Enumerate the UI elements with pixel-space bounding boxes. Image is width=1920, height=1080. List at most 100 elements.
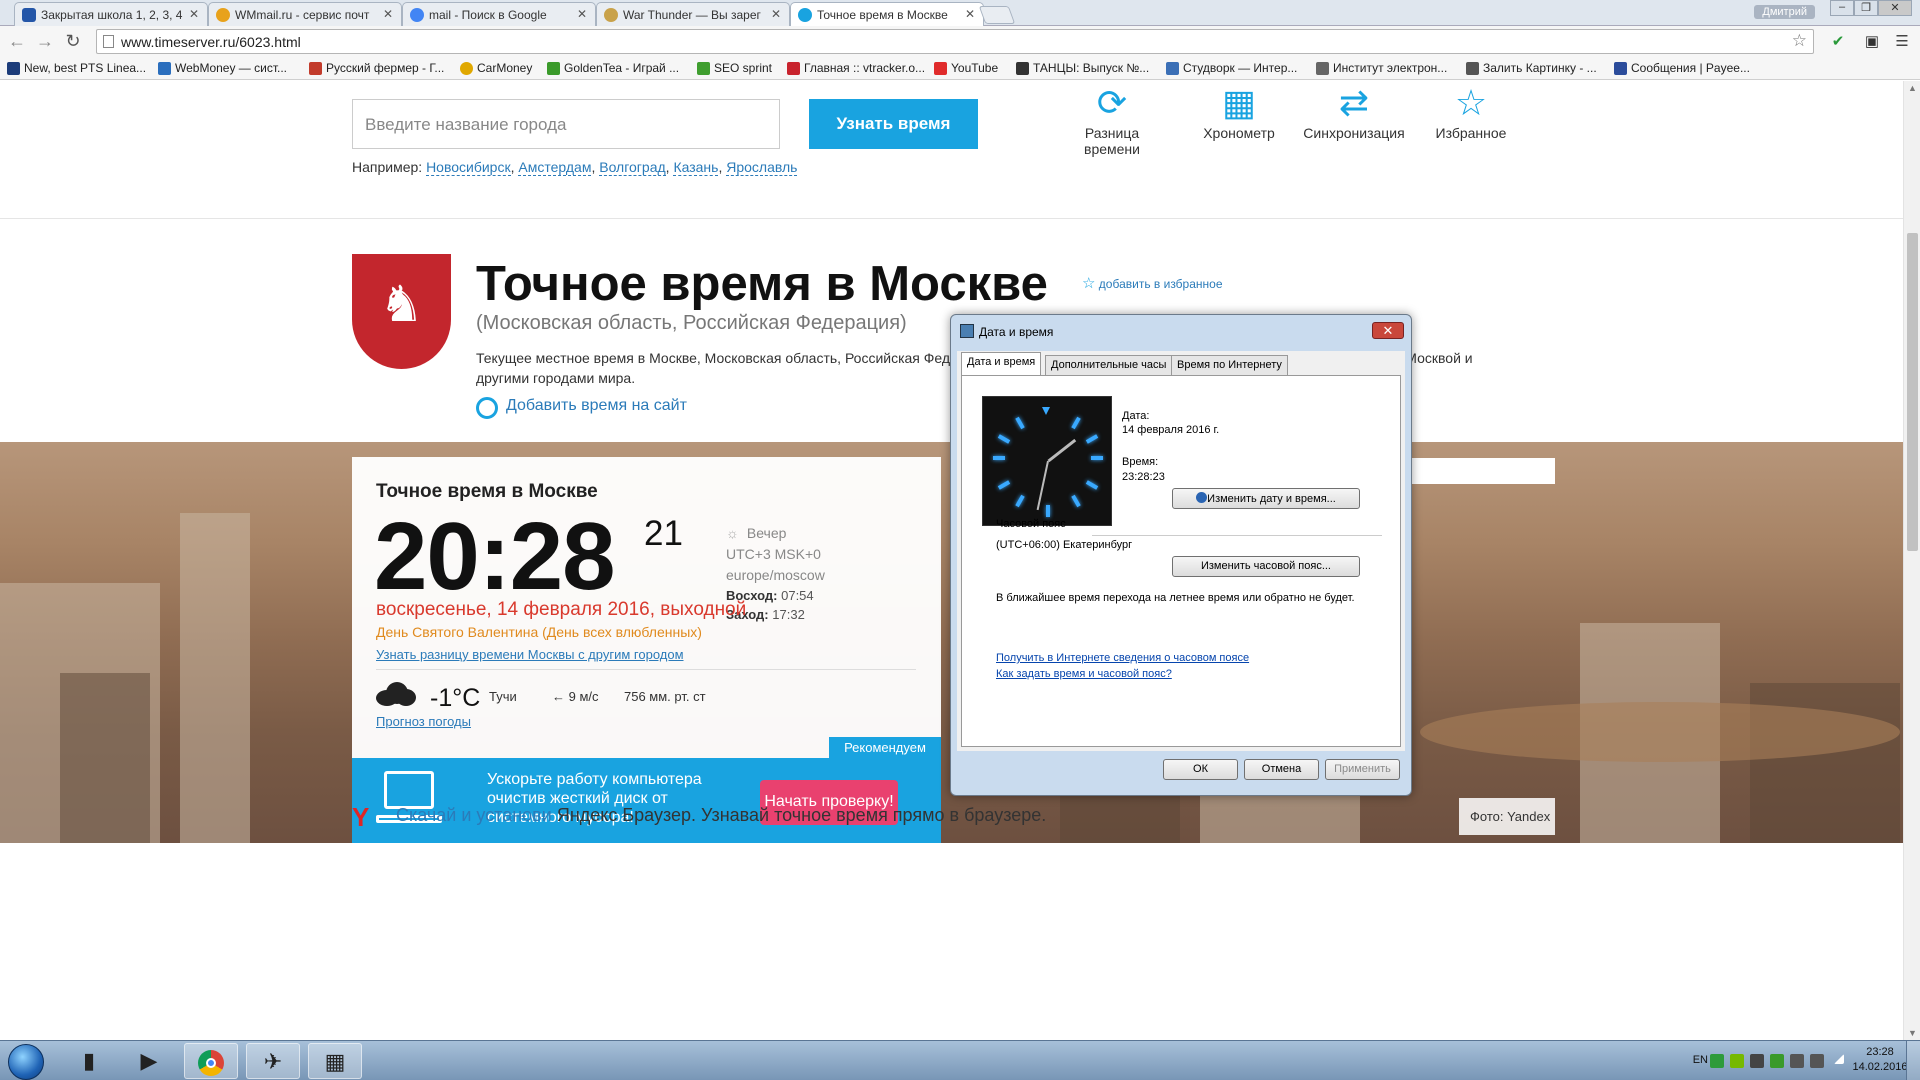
scrollbar-thumb[interactable] — [1907, 233, 1918, 551]
bookmark-item[interactable]: WebMoney — сист... — [158, 61, 287, 75]
dialog-title: Дата и время — [979, 325, 1054, 339]
bookmark-favicon-icon — [460, 62, 473, 75]
bookmark-item[interactable]: SEO sprint — [697, 61, 772, 75]
browser-tab-active[interactable]: Точное время в Москве ✕ — [790, 2, 984, 26]
show-desktop-button[interactable] — [1906, 1041, 1920, 1080]
minimize-window-button[interactable]: – — [1830, 0, 1854, 16]
ok-button[interactable]: ОК — [1163, 759, 1238, 780]
bookmark-favicon-icon — [787, 62, 800, 75]
dialog-close-button[interactable]: ✕ — [1372, 322, 1404, 339]
city-search-input[interactable]: Введите название города — [352, 99, 780, 149]
tray-clock[interactable]: 23:28 14.02.2016 — [1850, 1045, 1910, 1075]
bookmark-favicon-icon — [158, 62, 171, 75]
close-tab-icon[interactable]: ✕ — [383, 7, 393, 21]
how-to-set-time-link[interactable]: Как задать время и часовой пояс? — [996, 668, 1172, 680]
promo-banner[interactable]: Ускорьте работу компьютера очистив жестк… — [352, 758, 941, 843]
browser-tab[interactable]: WMmail.ru - сервис почт ✕ — [208, 2, 402, 26]
address-bar[interactable]: www.timeserver.ru/6023.html ☆ — [96, 29, 1814, 54]
yandex-download-link[interactable]: Скачай и установи — [396, 805, 552, 825]
bookmark-item[interactable]: ТАНЦЫ: Выпуск №... — [1016, 61, 1149, 75]
get-time-button[interactable]: Узнать время — [809, 99, 978, 149]
datetime-control-icon[interactable]: ▦ — [308, 1043, 362, 1079]
clock-minute-hand — [1036, 460, 1049, 511]
chrome-icon[interactable] — [184, 1043, 238, 1079]
bookmark-item[interactable]: Залить Картинку - ... — [1466, 61, 1597, 75]
tray-app-icon[interactable] — [1710, 1054, 1724, 1068]
bookmark-item[interactable]: YouTube — [934, 61, 998, 75]
time-label: Время: — [1122, 456, 1159, 468]
time-value: 23:28:23 — [1122, 471, 1165, 483]
close-tab-icon[interactable]: ✕ — [771, 7, 781, 21]
bookmark-item[interactable]: Сообщения | Payee... — [1614, 61, 1750, 75]
extension-icon[interactable]: ▣ — [1862, 32, 1882, 52]
back-icon[interactable]: ← — [6, 31, 28, 52]
time-difference-link[interactable]: Узнать разницу времени Москвы с другим г… — [376, 647, 684, 662]
volume-icon[interactable] — [1810, 1054, 1824, 1068]
add-to-site-link[interactable]: Добавить время на сайт — [476, 397, 687, 419]
shield-icon[interactable] — [1770, 1054, 1784, 1068]
start-button[interactable] — [8, 1044, 44, 1080]
tool-sync[interactable]: ⇄ Синхронизация — [1296, 81, 1412, 141]
bookmark-favicon-icon — [1614, 62, 1627, 75]
browser-tab[interactable]: mail - Поиск в Google ✕ — [402, 2, 596, 26]
example-city-link[interactable]: Амстердам — [518, 159, 592, 176]
maximize-window-button[interactable]: ❐ — [1854, 0, 1878, 16]
close-window-button[interactable]: ✕ — [1878, 0, 1912, 16]
bookmark-item[interactable]: New, best PTS Linea... — [7, 61, 146, 75]
menu-icon[interactable]: ☰ — [1892, 32, 1912, 52]
profile-name[interactable]: Дмитрий — [1754, 5, 1815, 19]
reload-icon[interactable]: ↻ — [62, 31, 84, 52]
horseman-icon: ♞ — [379, 276, 424, 332]
add-favorite-link[interactable]: ☆ добавить в избранное — [1082, 274, 1223, 292]
app-icon[interactable]: ✈ — [246, 1043, 300, 1079]
photo-credit: Фото: Yandex — [1459, 798, 1555, 835]
examples-label: Например: — [352, 159, 423, 175]
date-value: 14 февраля 2016 г. — [1122, 424, 1220, 436]
browser-tab[interactable]: Закрытая школа 1, 2, 3, 4 ✕ — [14, 2, 208, 26]
timezone-info-link[interactable]: Получить в Интернете сведения о часовом … — [996, 652, 1249, 664]
bookmark-item[interactable]: Главная :: vtracker.o... — [787, 61, 925, 75]
close-tab-icon[interactable]: ✕ — [577, 7, 587, 21]
change-timezone-button[interactable]: Изменить часовой пояс... — [1172, 556, 1360, 577]
example-city-link[interactable]: Новосибирск — [426, 159, 511, 176]
language-indicator[interactable]: EN — [1693, 1054, 1708, 1066]
tool-time-difference[interactable]: ⟳ Разница времени — [1076, 81, 1148, 157]
bookmark-star-icon[interactable]: ☆ — [1792, 31, 1807, 51]
bookmark-item[interactable]: GoldenTea - Играй ... — [547, 61, 679, 75]
tool-favorites[interactable]: ☆ Избранное — [1428, 81, 1514, 141]
close-tab-icon[interactable]: ✕ — [965, 7, 975, 21]
tab-internet-time[interactable]: Время по Интернету — [1171, 355, 1288, 375]
page-subtitle: (Московская область, Российская Федераци… — [476, 312, 907, 334]
new-tab-button[interactable] — [978, 6, 1016, 24]
bookmark-favicon-icon — [1316, 62, 1329, 75]
tool-stopwatch[interactable]: ▦ Хронометр — [1192, 81, 1286, 141]
cancel-button[interactable]: Отмена — [1244, 759, 1319, 780]
tab-additional-clocks[interactable]: Дополнительные часы — [1045, 355, 1173, 375]
network-icon[interactable] — [1834, 1054, 1844, 1064]
media-player-icon[interactable]: ▶ — [122, 1043, 176, 1079]
close-tab-icon[interactable]: ✕ — [189, 7, 199, 21]
tab-date-time[interactable]: Дата и время — [961, 352, 1042, 375]
example-city-link[interactable]: Казань — [673, 159, 719, 176]
bookmark-favicon-icon — [7, 62, 20, 75]
forward-icon[interactable]: → — [34, 31, 56, 52]
extension-shield-icon[interactable]: ✔ — [1828, 32, 1848, 52]
nvidia-icon[interactable] — [1730, 1054, 1744, 1068]
scroll-up-icon[interactable]: ▲ — [1908, 83, 1917, 93]
tray-app-icon[interactable] — [1790, 1054, 1804, 1068]
libraries-icon[interactable]: ▮ — [62, 1043, 116, 1079]
apply-button[interactable]: Применить — [1325, 759, 1400, 780]
change-datetime-button[interactable]: Изменить дату и время... — [1172, 488, 1360, 509]
scroll-down-icon[interactable]: ▼ — [1908, 1028, 1917, 1038]
example-city-link[interactable]: Ярославль — [726, 159, 798, 176]
bookmark-item[interactable]: Студворк — Интер... — [1166, 61, 1297, 75]
bookmark-item[interactable]: CarMoney — [460, 61, 532, 75]
browser-tab[interactable]: War Thunder — Вы зарег ✕ — [596, 2, 790, 26]
tray-app-icon[interactable] — [1750, 1054, 1764, 1068]
page-scrollbar[interactable]: ▲ ▼ — [1903, 81, 1920, 1040]
bookmark-item[interactable]: Институт электрон... — [1316, 61, 1447, 75]
bookmark-item[interactable]: Русский фермер - Г... — [309, 61, 444, 75]
example-city-link[interactable]: Волгоград — [599, 159, 666, 176]
forecast-link[interactable]: Прогноз погоды — [376, 714, 471, 729]
page-title: Точное время в Москве — [476, 257, 1048, 311]
